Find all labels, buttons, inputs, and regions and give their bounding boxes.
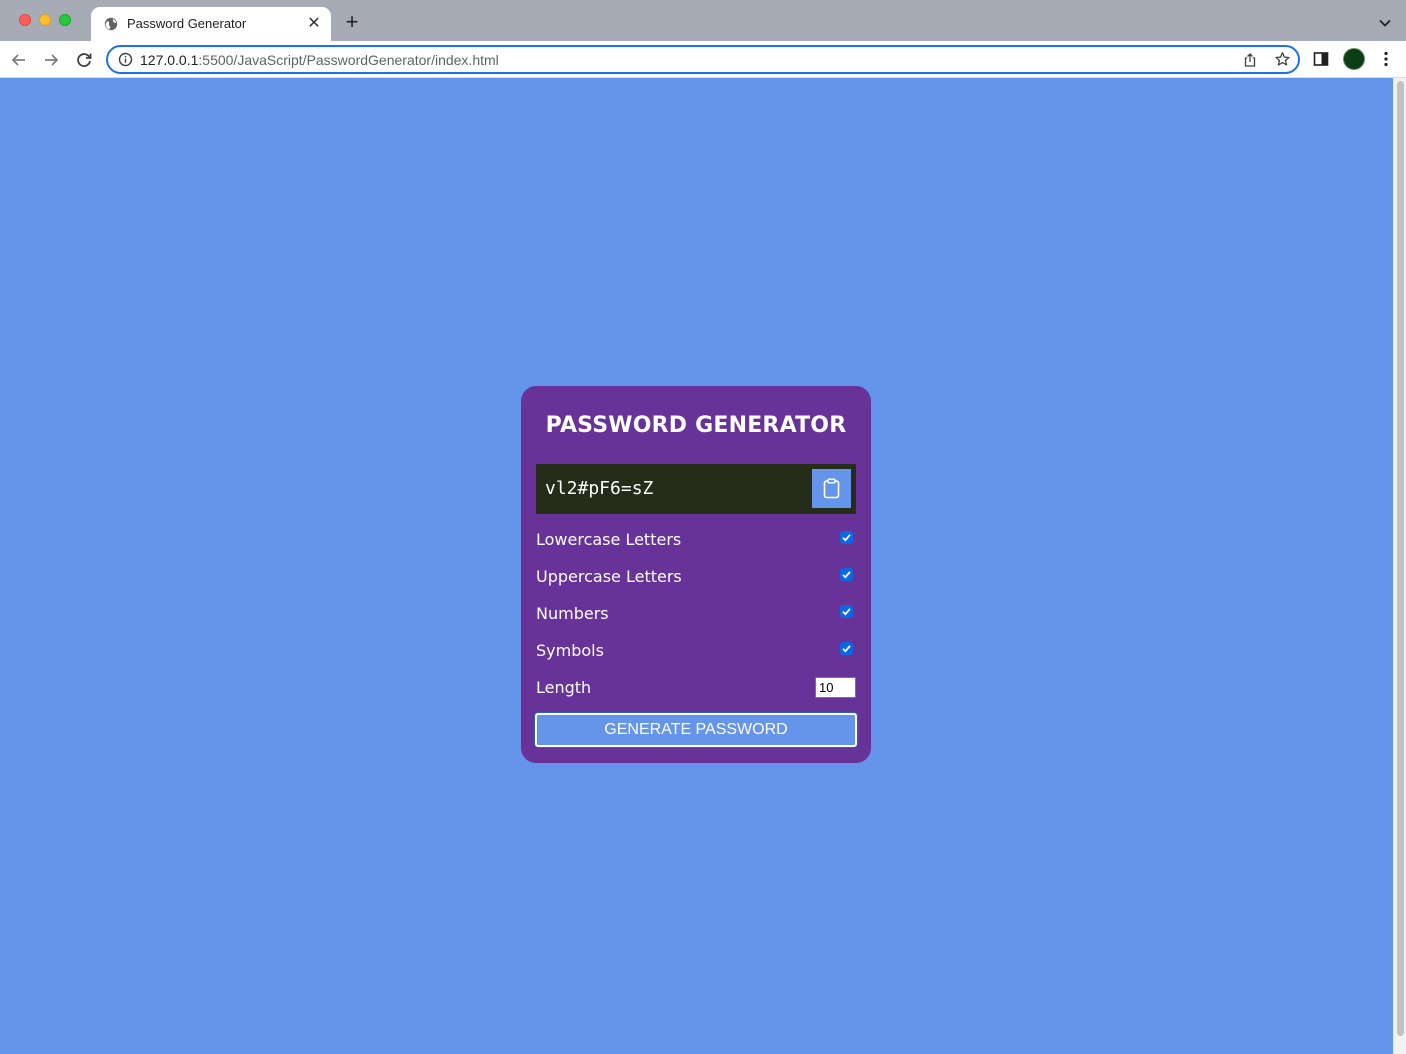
symbols-checkbox[interactable] [840,642,853,655]
uppercase-checkbox[interactable] [840,568,853,581]
option-uppercase: Uppercase Letters [536,565,856,589]
window-minimize-button[interactable] [39,14,51,26]
profile-avatar[interactable] [1343,48,1365,70]
option-numbers: Numbers [536,602,856,626]
lowercase-label: Lowercase Letters [536,530,682,549]
password-result-box: vl2#pF6=sZ [536,464,856,514]
globe-icon [104,17,118,31]
url-path: :5500/JavaScript/PasswordGenerator/index… [198,52,499,68]
numbers-checkbox[interactable] [840,605,853,618]
url-host: 127.0.0.1 [140,52,199,68]
star-icon[interactable] [1274,51,1291,68]
clipboard-icon [823,478,840,499]
tab-close-icon[interactable]: ✕ [306,16,322,32]
side-panel-icon[interactable] [1313,51,1329,67]
browser-tab[interactable]: Password Generator ✕ [91,7,331,41]
info-icon[interactable] [118,52,133,67]
password-generator-card: PASSWORD GENERATOR vl2#pF6=sZ Lowercase … [521,386,871,763]
forward-arrow-icon[interactable] [40,49,62,71]
copy-to-clipboard-button[interactable] [812,469,851,508]
password-output[interactable]: vl2#pF6=sZ [545,478,653,499]
option-symbols: Symbols [536,639,856,663]
chevron-down-icon[interactable] [1376,14,1394,32]
back-arrow-icon[interactable] [8,49,30,71]
checkmark-icon [842,534,851,542]
option-length: Length [536,676,856,700]
tab-title: Password Generator [127,16,247,31]
length-input[interactable] [815,677,856,698]
browser-titlebar: Password Generator ✕ + [0,0,1406,41]
kebab-menu-icon[interactable] [1378,50,1394,68]
scrollbar-thumb[interactable] [1397,81,1404,1036]
share-icon[interactable] [1242,52,1258,68]
page-viewport: PASSWORD GENERATOR vl2#pF6=sZ Lowercase … [0,78,1393,1054]
browser-toolbar: 127.0.0.1:5500/JavaScript/PasswordGenera… [0,41,1406,78]
symbols-label: Symbols [536,641,604,660]
checkmark-icon [842,645,851,653]
checkmark-icon [842,608,851,616]
reload-icon[interactable] [73,49,95,71]
page-title: PASSWORD GENERATOR [545,413,847,438]
new-tab-button[interactable]: + [342,11,362,33]
generate-password-button[interactable]: GENERATE PASSWORD [535,713,857,747]
lowercase-checkbox[interactable] [840,531,853,544]
window-close-button[interactable] [19,14,31,26]
length-label: Length [536,678,592,697]
address-bar[interactable]: 127.0.0.1:5500/JavaScript/PasswordGenera… [106,45,1300,74]
numbers-label: Numbers [536,604,609,623]
uppercase-label: Uppercase Letters [536,567,682,586]
vertical-scrollbar[interactable] [1393,78,1406,1054]
url-text[interactable]: 127.0.0.1:5500/JavaScript/PasswordGenera… [140,52,499,68]
checkmark-icon [842,571,851,579]
option-lowercase: Lowercase Letters [536,528,856,552]
window-maximize-button[interactable] [59,14,71,26]
